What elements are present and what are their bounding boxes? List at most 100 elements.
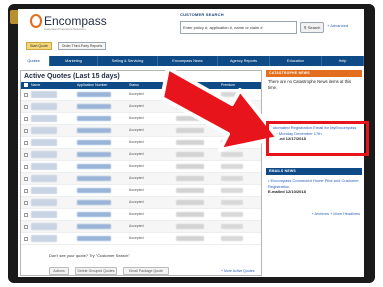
row-status: Accepted: [129, 212, 144, 216]
row-checkbox[interactable]: [24, 141, 28, 145]
row-name-redacted: [31, 175, 57, 182]
row-status: Accepted: [129, 188, 144, 192]
row-checkbox[interactable]: [24, 165, 28, 169]
row-application-link[interactable]: [77, 104, 111, 109]
actions-button[interactable]: Actions: [49, 267, 69, 275]
row-application-link[interactable]: [77, 224, 111, 229]
table-row[interactable]: Accepted: [21, 209, 261, 221]
row-name-redacted: [31, 151, 57, 158]
row-status: Accepted: [129, 176, 144, 180]
row-checkbox[interactable]: [24, 93, 28, 97]
row-application-link[interactable]: [77, 140, 111, 145]
tab-selling-servicing[interactable]: Selling & Servicing: [98, 56, 158, 66]
row-premium-redacted: [221, 188, 243, 193]
row-premium-redacted: [221, 164, 243, 169]
highlight-box: [266, 121, 369, 156]
row-customer-redacted: [176, 212, 204, 217]
third-party-reports-button[interactable]: Order Third-Party Reports: [58, 42, 106, 50]
row-customer-redacted: [176, 200, 204, 205]
row-application-link[interactable]: [77, 176, 111, 181]
row-checkbox[interactable]: [24, 105, 28, 109]
row-name-redacted: [31, 127, 57, 134]
row-checkbox[interactable]: [24, 237, 28, 241]
logo-subtitle: Automated Insurance Solutions: [44, 27, 86, 31]
row-checkbox[interactable]: [24, 177, 28, 181]
row-premium-redacted: [221, 200, 243, 205]
main-nav: Quotes Marketing Selling & Servicing Enc…: [18, 56, 364, 66]
row-application-link[interactable]: [77, 152, 111, 157]
col-application-number[interactable]: Application Number: [77, 83, 108, 87]
tab-help[interactable]: Help: [322, 56, 364, 66]
row-checkbox[interactable]: [24, 213, 28, 217]
archives-headlines-links[interactable]: + Archives + More Headlines: [268, 212, 360, 216]
email-package-quote-button[interactable]: Email Package Quote: [123, 267, 169, 275]
table-row[interactable]: Accepted: [21, 185, 261, 197]
emails-news-item[interactable]: • Encompass Connected Home Pilot and Cus…: [268, 178, 360, 195]
catastrophe-news-text: There are no Catastrophe News items at t…: [268, 79, 352, 90]
row-checkbox[interactable]: [24, 153, 28, 157]
row-name-redacted: [31, 211, 57, 218]
select-all-checkbox[interactable]: [24, 83, 28, 87]
row-checkbox[interactable]: [24, 201, 28, 205]
row-name-redacted: [31, 115, 57, 122]
tab-marketing[interactable]: Marketing: [50, 56, 98, 66]
row-status: Accepted: [129, 236, 144, 240]
tab-agency-reports[interactable]: Agency Reports: [218, 56, 270, 66]
row-premium-redacted: [221, 236, 243, 241]
search-input[interactable]: Enter policy #, application #, name or c…: [180, 21, 297, 34]
emails-news-title[interactable]: • Encompass Connected Home Pilot and Cus…: [268, 178, 360, 189]
row-checkbox[interactable]: [24, 129, 28, 133]
row-customer-redacted: [176, 188, 204, 193]
row-status: Accepted: [129, 164, 144, 168]
search-button[interactable]: ⚲ Search: [300, 22, 324, 33]
no-quote-hint: Don't see your quote? Try "Customer Sear…: [49, 253, 130, 258]
search-button-label: Search: [307, 25, 321, 30]
row-checkbox[interactable]: [24, 117, 28, 121]
advanced-search-link[interactable]: + Advanced: [327, 23, 348, 28]
table-row[interactable]: Accepted: [21, 173, 261, 185]
emails-news-date: E-mailed 12/10/2018: [268, 189, 306, 194]
row-premium-redacted: [221, 212, 243, 217]
emails-news-header: EMAILS NEWS: [266, 168, 362, 175]
tab-encompass-news[interactable]: Encompass News: [158, 56, 218, 66]
row-application-link[interactable]: [77, 92, 111, 97]
row-status: Accepted: [129, 224, 144, 228]
catastrophe-news-header: CATASTROPHE NEWS: [266, 70, 362, 77]
more-active-quotes-link[interactable]: + More Active Quotes: [221, 269, 255, 273]
row-application-link[interactable]: [77, 212, 111, 217]
row-checkbox[interactable]: [24, 189, 28, 193]
table-row[interactable]: Accepted: [21, 161, 261, 173]
col-status[interactable]: Status: [129, 83, 139, 87]
row-name-redacted: [31, 235, 57, 242]
row-name-redacted: [31, 223, 57, 230]
search-icon: ⚲: [303, 25, 307, 30]
row-customer-redacted: [176, 224, 204, 229]
row-premium-redacted: [221, 176, 243, 181]
tab-quotes[interactable]: Quotes: [18, 56, 50, 66]
row-application-link[interactable]: [77, 236, 111, 241]
col-name[interactable]: Name: [31, 83, 40, 87]
row-application-link[interactable]: [77, 116, 111, 121]
delete-grouped-quotes-button[interactable]: Delete Grouped Quotes: [75, 267, 117, 275]
row-application-link[interactable]: [77, 188, 111, 193]
row-customer-redacted: [176, 236, 204, 241]
row-name-redacted: [31, 91, 57, 98]
red-arrow-pointer: [160, 68, 280, 152]
row-name-redacted: [31, 163, 57, 170]
table-row[interactable]: Accepted: [21, 233, 261, 245]
row-status: Accepted: [129, 200, 144, 204]
tab-education[interactable]: Education: [270, 56, 322, 66]
table-row[interactable]: Accepted: [21, 221, 261, 233]
row-name-redacted: [31, 139, 57, 146]
table-row[interactable]: Accepted: [21, 197, 261, 209]
row-checkbox[interactable]: [24, 225, 28, 229]
row-premium-redacted: [221, 224, 243, 229]
row-name-redacted: [31, 187, 57, 194]
row-application-link[interactable]: [77, 128, 111, 133]
row-application-link[interactable]: [77, 164, 111, 169]
row-customer-redacted: [176, 164, 204, 169]
row-name-redacted: [31, 199, 57, 206]
logo-ring-icon: [30, 14, 42, 28]
start-quote-button[interactable]: Start Quote: [26, 42, 52, 50]
row-application-link[interactable]: [77, 200, 111, 205]
